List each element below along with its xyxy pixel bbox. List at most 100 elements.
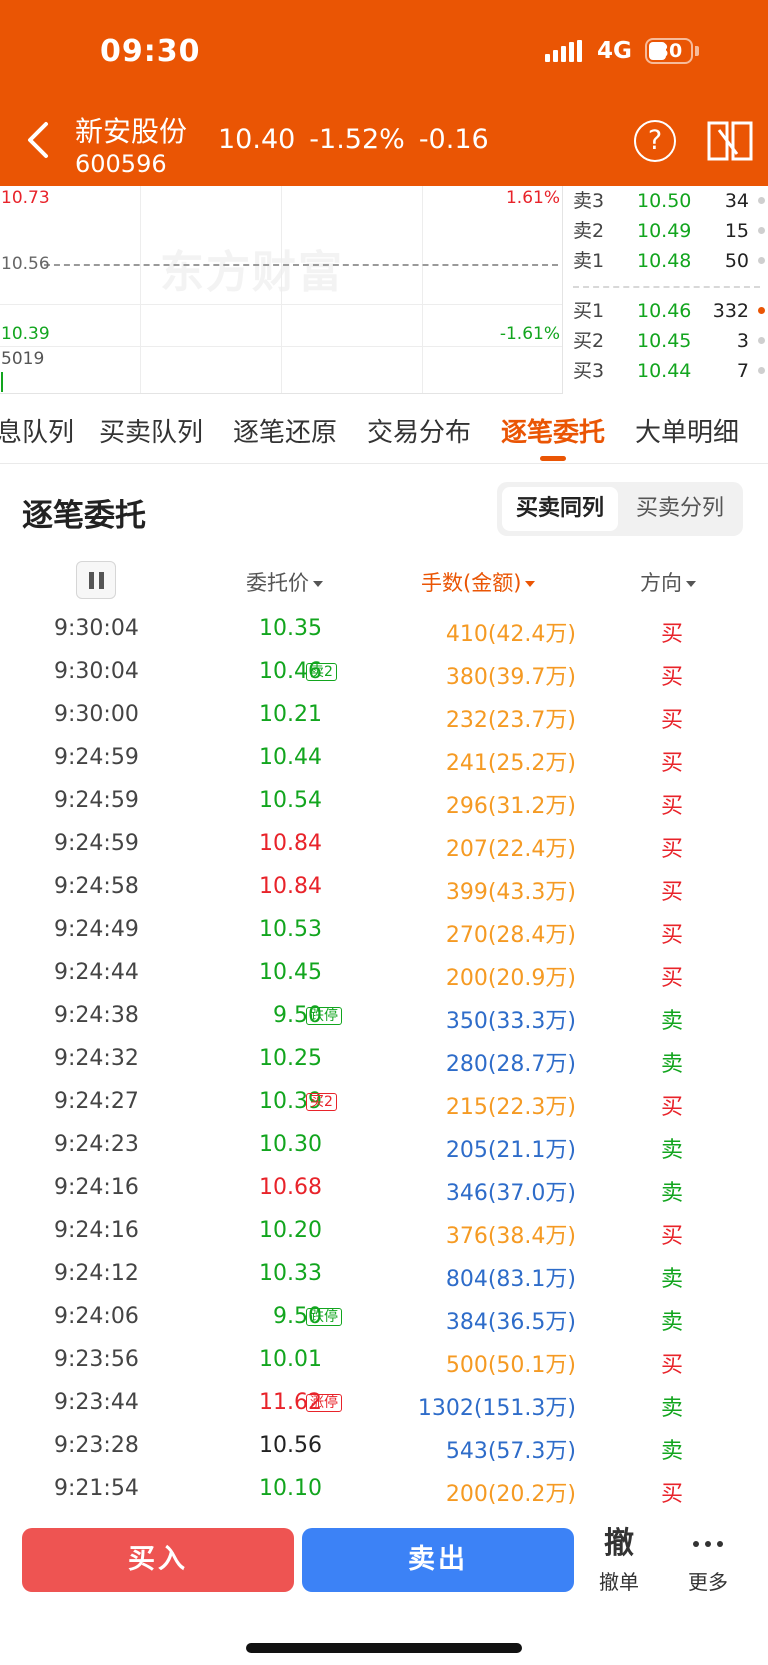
row-qty: 376(38.4万) [445,1224,576,1249]
buy-button[interactable]: 买入 [22,1528,294,1592]
row-time: 9:24:59 [54,745,139,770]
more-label: 更多 [688,1570,728,1594]
row-qty: 350(33.3万) [445,1009,576,1034]
row-direction: 卖 [661,1138,684,1163]
row-qty: 270(28.4万) [445,923,576,948]
row-price: 10.54 [259,788,322,813]
current-price: 10.40 [218,124,296,155]
change-amount: -0.16 [418,124,489,155]
row-price: 10.56 [259,1433,322,1458]
sell-button[interactable]: 卖出 [302,1528,574,1592]
tab-order-queue[interactable]: 买卖队列 [99,412,203,449]
watermark: 东方财富 [160,247,344,298]
row-price: 10.01 [259,1347,322,1372]
row-time: 9:24:32 [54,1046,139,1071]
row-direction: 卖 [661,1009,684,1034]
row-time: 9:24:44 [54,960,139,985]
chart-high-pct: 1.61% [505,188,560,208]
tab-trade-distribution[interactable]: 交易分布 [367,412,471,449]
table-row: 9:24:27 10.39 买2 215(22.3万) 买 [0,1081,768,1124]
row-direction: 卖 [661,1267,684,1292]
row-direction: 买 [661,1224,684,1249]
tab-info-queue[interactable]: 息队列 [0,412,74,449]
battery-icon: 30 [645,38,693,64]
intraday-chart[interactable]: 东方财富 10.73 1.61% 10.56 10.39 -1.61% 5019 [0,186,563,394]
row-direction: 买 [661,665,684,690]
row-price: 10.33 [259,1261,322,1286]
row-time: 9:24:16 [54,1218,139,1243]
battery-cap [695,46,699,56]
row-qty: 200(20.2万) [445,1482,576,1507]
tick-order-list: 9:30:04 10.35 410(42.4万) 买 9:30:04 10.46 卖2 380… [0,608,768,1511]
table-row: 9:21:54 10.10 200(20.2万) 买 [0,1468,768,1511]
bid-row: 买3 10.44 7 [569,356,765,386]
row-qty: 205(21.1万) [445,1138,576,1163]
table-row: 9:24:12 10.33 804(83.1万) 卖 [0,1253,768,1296]
top-bar: 09:30 4G 30 新安股份 600596 10.40 -1.52% -0.16… [0,0,768,186]
stock-code: 600596 [75,150,167,178]
row-qty: 296(31.2万) [445,794,576,819]
tab-tick-restore[interactable]: 逐笔还原 [233,412,337,449]
row-direction: 买 [661,837,684,862]
row-price: 10.20 [259,1218,322,1243]
chart-mid: 10.56 [1,254,50,274]
row-direction: 卖 [661,1396,684,1421]
row-time: 9:24:58 [54,874,139,899]
switch-layout-icon[interactable] [707,120,753,162]
row-direction: 卖 [661,1310,684,1335]
table-row: 9:24:23 10.30 205(21.1万) 卖 [0,1124,768,1167]
tab-big-orders[interactable]: 大单明细 [635,412,739,449]
row-qty: 241(25.2万) [445,751,576,776]
row-time: 9:24:12 [54,1261,139,1286]
signal-icon [545,40,582,62]
row-qty: 380(39.7万) [445,665,576,690]
ask-row: 卖3 10.50 34 [569,186,765,216]
chart-low: 10.39 [1,324,50,344]
row-time: 9:23:28 [54,1433,139,1458]
row-direction: 卖 [661,1181,684,1206]
order-book: 卖3 10.50 34 卖2 10.49 15 卖1 10.48 50 买1 10.46 332… [563,186,768,394]
ask-row: 卖1 10.48 50 [569,246,765,276]
bid-row: 买1 10.46 332 [569,296,765,326]
table-row: 9:23:44 11.62 涨停 1302(151.3万) 卖 [0,1382,768,1425]
qty-column-header[interactable]: 手数(金额) [421,567,536,597]
same-column-button[interactable]: 买卖同列 [502,487,618,531]
chart-low-pct: -1.61% [499,324,560,344]
row-direction: 买 [661,880,684,905]
row-price: 10.68 [259,1175,322,1200]
row-qty: 207(22.4万) [445,837,576,862]
more-button[interactable]: 更多 [673,1524,743,1595]
table-row: 9:24:59 10.84 207(22.4万) 买 [0,823,768,866]
table-row: 9:24:49 10.53 270(28.4万) 买 [0,909,768,952]
row-time: 9:24:16 [54,1175,139,1200]
tab-tick-orders[interactable]: 逐笔委托 [501,412,605,449]
direction-column-header[interactable]: 方向 [640,567,696,597]
row-qty: 399(43.3万) [445,880,576,905]
row-time: 9:24:38 [54,1003,139,1028]
table-row: 9:30:00 10.21 232(23.7万) 买 [0,694,768,737]
row-time: 9:21:54 [54,1476,139,1501]
back-arrow-icon[interactable] [22,118,58,162]
network-type: 4G [597,38,632,64]
split-column-button[interactable]: 买卖分列 [622,487,738,531]
row-time: 9:23:44 [54,1390,139,1415]
row-time: 9:24:59 [54,788,139,813]
row-qty: 1302(151.3万) [417,1396,576,1421]
stock-name: 新安股份 [75,115,188,148]
section-title: 逐笔委托 [22,498,146,534]
pause-button[interactable] [76,561,116,599]
price-column-header[interactable]: 委托价 [246,567,323,597]
row-direction: 买 [661,751,684,776]
row-direction: 买 [661,923,684,948]
change-percent: -1.52% [309,124,405,155]
tab-bar: 息队列 买卖队列 逐笔还原 交易分布 逐笔委托 大单明细 [0,394,768,464]
view-mode-toggle: 买卖同列 买卖分列 [497,482,743,536]
help-icon[interactable]: ? [634,120,676,162]
row-price-tag: 跌停 [306,1308,342,1326]
row-qty: 280(28.7万) [445,1052,576,1077]
row-price-tag: 买2 [306,1093,337,1111]
table-row: 9:24:16 10.68 346(37.0万) 卖 [0,1167,768,1210]
row-price: 10.10 [259,1476,322,1501]
cancel-order-button[interactable]: 撤 撤单 [584,1524,654,1595]
row-direction: 买 [661,1353,684,1378]
